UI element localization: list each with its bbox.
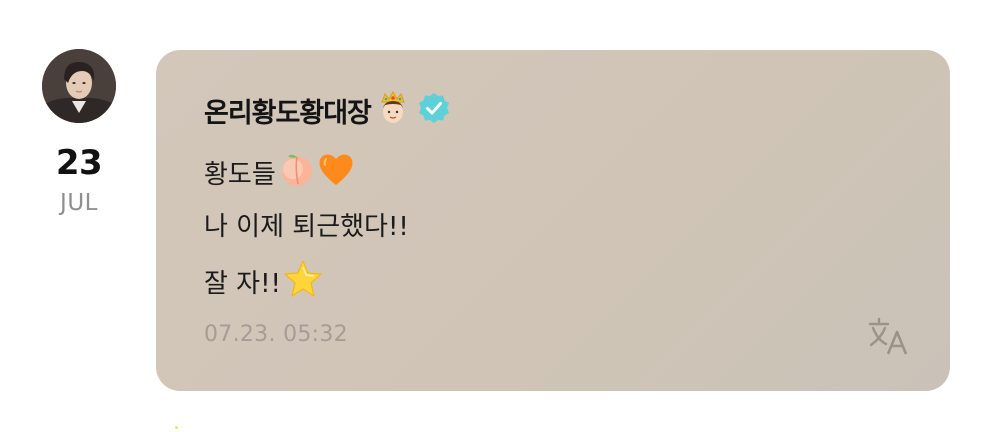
peach-emoji	[278, 150, 316, 195]
timestamp: 07.23. 05:32	[204, 322, 348, 347]
avatar-image	[42, 49, 116, 123]
sender-name: 온리황도황대장	[204, 97, 372, 129]
translate-button[interactable]	[864, 314, 916, 358]
verified-badge-icon	[417, 91, 451, 129]
message-view: 23 JUL 온리황도황대장 황도들 나 이제 퇴근했다!! 잘 자!! 07.…	[0, 0, 1000, 432]
decorative-dot	[175, 426, 178, 429]
star-emoji	[283, 258, 323, 305]
message-text: 잘 자!!	[204, 269, 281, 299]
message-bubble: 온리황도황대장 황도들 나 이제 퇴근했다!! 잘 자!! 07.23. 05:…	[156, 50, 950, 391]
message-text: 나 이제 퇴근했다!!	[204, 212, 409, 242]
orange-heart-emoji	[316, 150, 356, 195]
message-line: 황도들	[204, 150, 356, 195]
sender-row: 온리황도황대장	[204, 90, 451, 130]
date-month: JUL	[60, 190, 98, 216]
message-text: 황도들	[204, 160, 276, 190]
avatar[interactable]	[42, 49, 116, 123]
translate-icon	[868, 317, 908, 355]
message-line: 나 이제 퇴근했다!!	[204, 206, 409, 243]
date-day: 23	[55, 143, 103, 183]
message-line: 잘 자!!	[204, 258, 323, 305]
crown-prince-emoji	[375, 90, 411, 130]
